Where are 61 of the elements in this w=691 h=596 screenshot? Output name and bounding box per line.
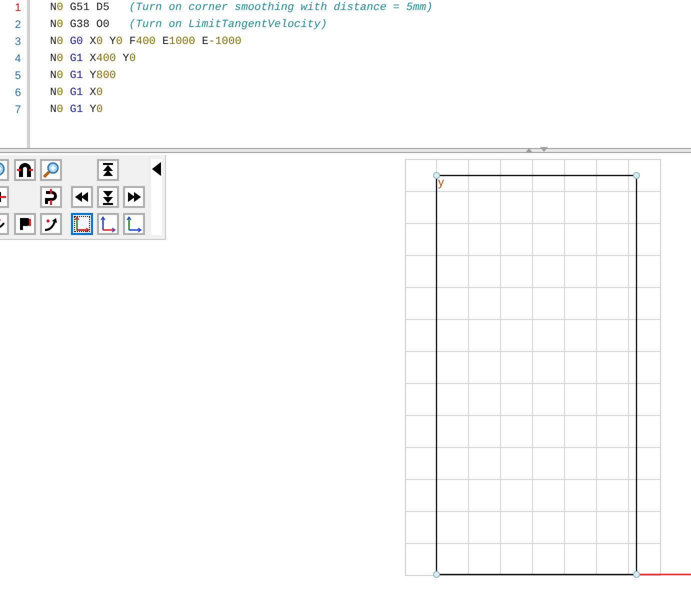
toolbar-button[interactable] [71,213,93,235]
toolbar-button[interactable] [123,186,145,208]
curve-arrow-icon [42,215,60,233]
line-number: 2 [14,18,21,33]
x-axis-line [640,574,691,576]
vertex-marker [633,571,640,578]
line-number: 7 [14,103,21,118]
toolbar-button[interactable] [123,213,145,235]
line-number: 6 [14,86,21,101]
zoom-in-icon [42,161,60,179]
rotate-icon [16,161,34,179]
code-token: N0 [50,70,64,82]
axes-icon [99,215,117,233]
code-token: O0 [96,19,110,31]
code-token: G1 [70,104,84,116]
code-token: G51 [70,2,90,14]
code-token: N0 [50,19,64,31]
code-token: N0 [50,104,64,116]
code-token: X0 [90,36,103,48]
code-token: G1 [70,53,84,65]
toolbar-button[interactable] [97,186,119,208]
code-token: G1 [70,70,84,82]
code-comment: (Turn on corner smoothing with distance = 5mm) [129,2,433,14]
code-token: N0 [50,53,64,65]
toolbar-button[interactable] [40,213,62,235]
code-token: Y0 [122,53,136,65]
line-number: 5 [14,69,21,84]
code-token: G38 [70,19,90,31]
vertex-marker [433,571,440,578]
toolbar-button[interactable] [14,213,36,235]
code-token: N0 [50,87,64,99]
code-token: Y0 [90,104,103,116]
line-number: 4 [14,52,21,67]
vertex-marker [633,172,640,179]
code-token: X400 [90,53,116,65]
code-token: Y800 [90,70,116,82]
axis-label: y [438,175,444,189]
code-token: X0 [90,87,103,99]
code-token: G1 [70,87,84,99]
rotate-icon [42,188,60,206]
code-token: D5 [96,2,110,14]
toolbar-button[interactable] [97,213,119,235]
code-token: E-1000 [202,36,242,48]
code-token: E1000 [162,36,196,48]
toolbar-button[interactable] [40,186,62,208]
toolbar-button[interactable] [14,159,36,181]
collapse-arrow-icon[interactable] [152,162,161,176]
axes-icon [125,215,143,233]
toolbar-button[interactable] [71,186,93,208]
code-token: Y0 [109,36,123,48]
code-token: N0 [50,2,64,14]
line-number: 1 [14,1,21,16]
vertex-marker [433,172,440,179]
axes-icon [73,215,91,233]
line-number: 3 [14,35,21,50]
splitter-arrows-icon [524,146,550,154]
code-token: N0 [50,36,64,48]
code-token: F400 [129,36,156,48]
code-comment: (Turn on LimitTangentVelocity) [129,19,328,31]
code-token: G0 [70,36,84,48]
toolbar-button[interactable] [97,159,119,181]
